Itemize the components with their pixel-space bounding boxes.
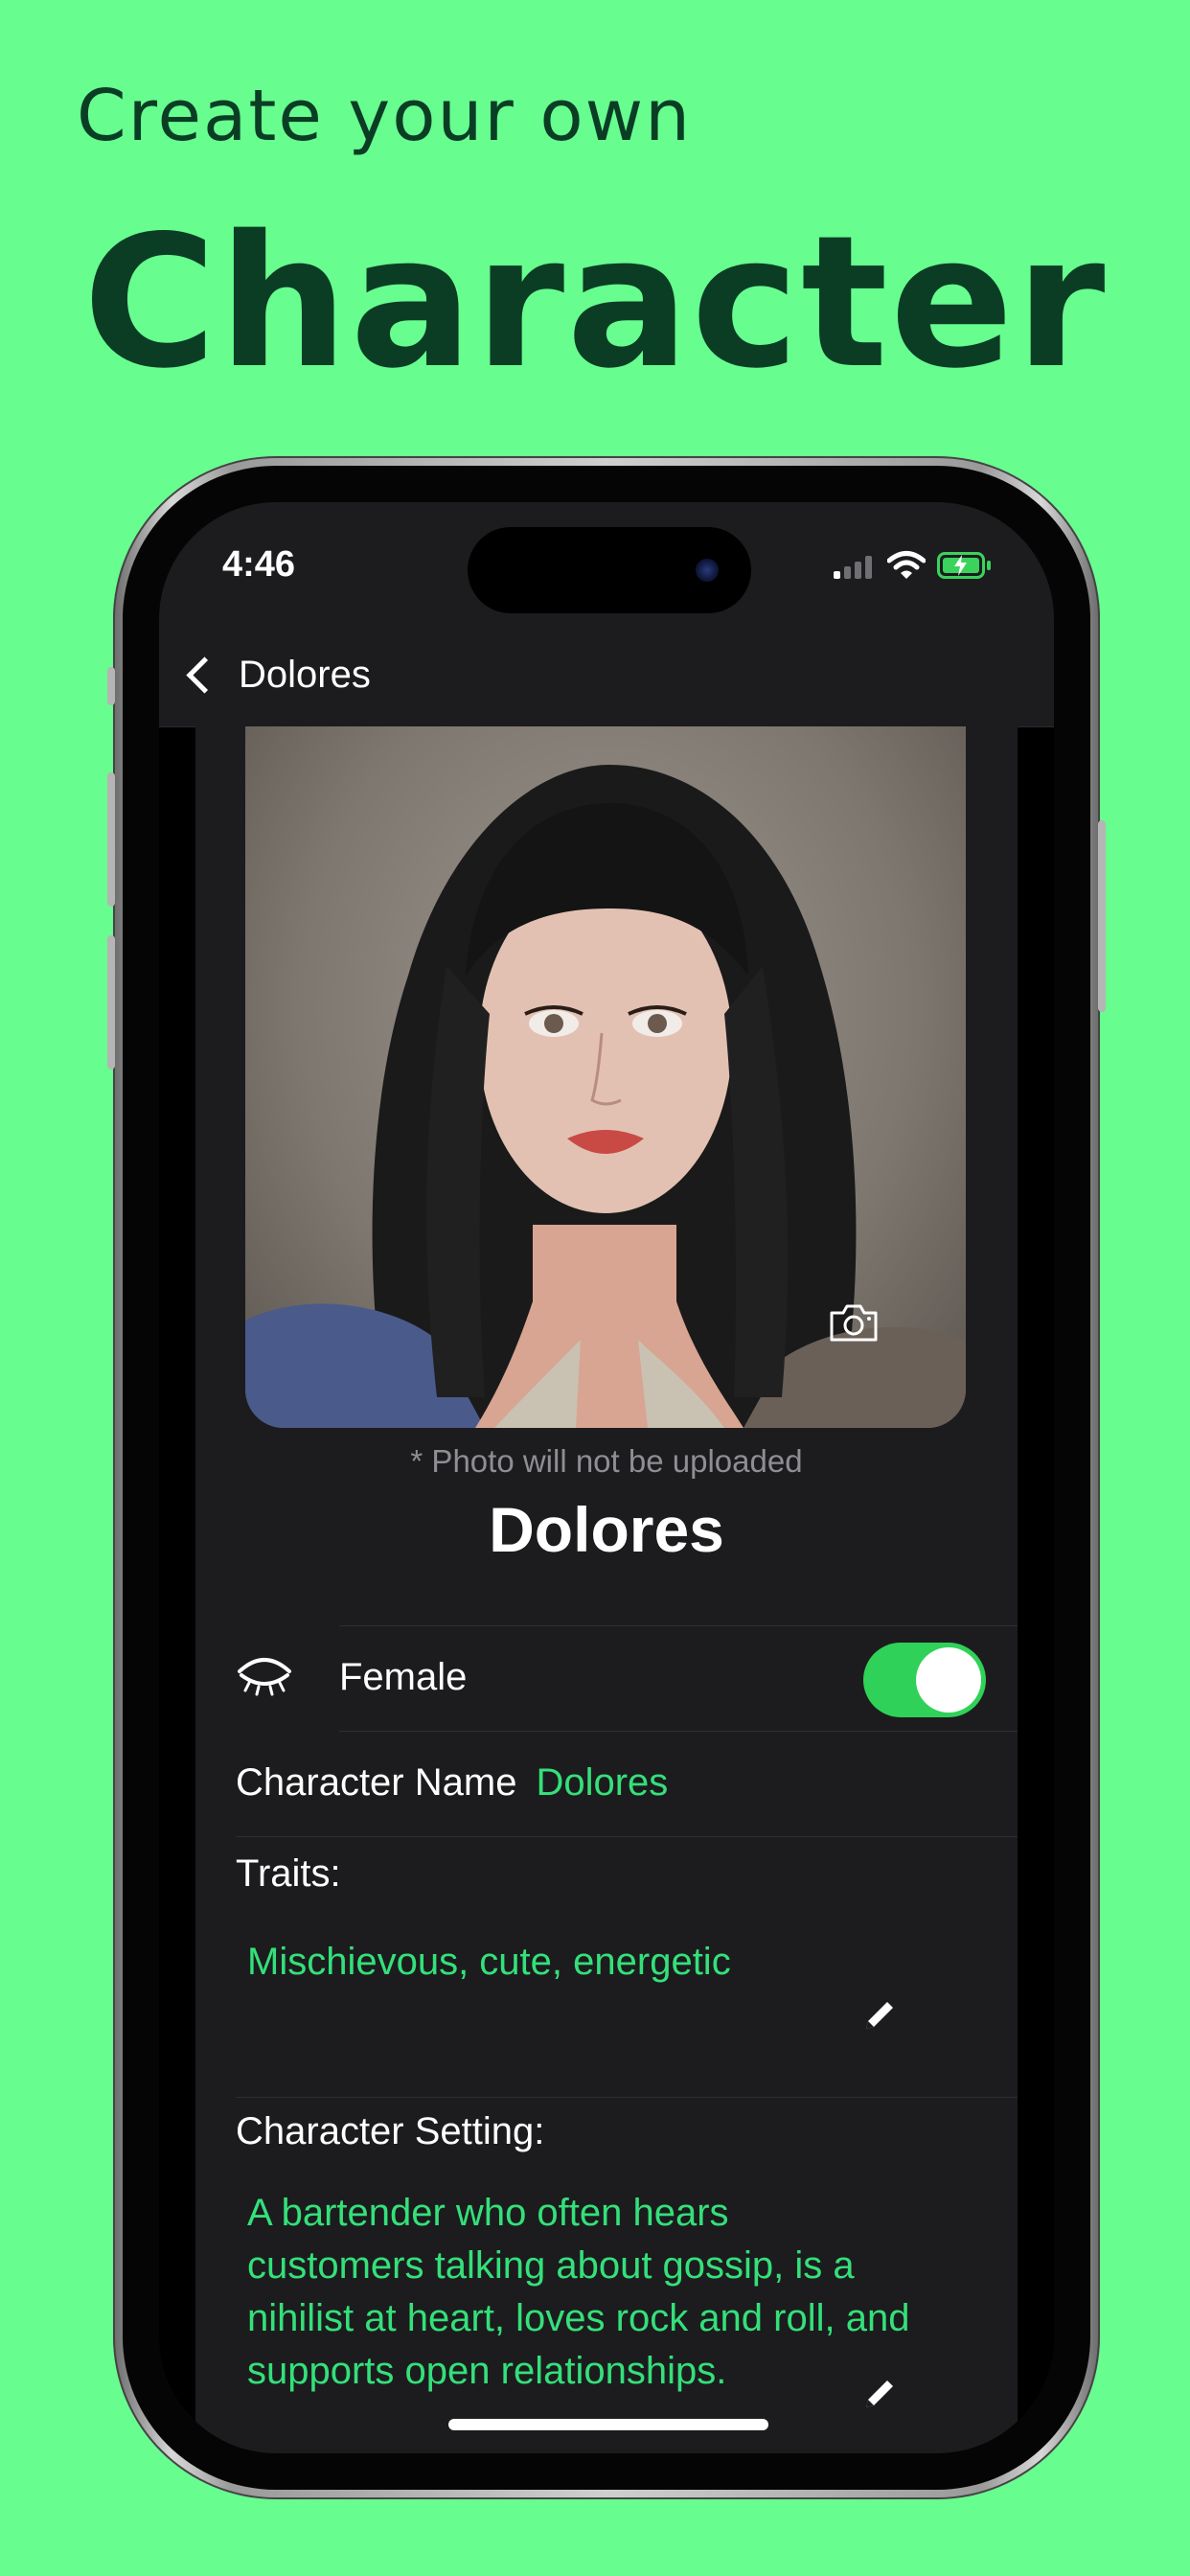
photo-upload-note: * Photo will not be uploaded xyxy=(410,1443,803,1479)
wifi-icon xyxy=(887,551,926,579)
traits-label: Traits: xyxy=(236,1852,341,1895)
character-setting-label: Character Setting: xyxy=(236,2110,545,2152)
battery-icon xyxy=(937,552,985,579)
character-name-label: Character Name xyxy=(236,1761,517,1804)
divider xyxy=(236,1836,1018,1837)
character-display-name: Dolores xyxy=(489,1494,724,1565)
pencil-icon[interactable] xyxy=(860,2375,899,2413)
gender-label: Female xyxy=(339,1656,468,1698)
status-bar: 4:46 xyxy=(159,502,1054,627)
back-button[interactable]: Dolores xyxy=(178,646,371,703)
camera-icon[interactable] xyxy=(828,1301,880,1344)
pencil-icon[interactable] xyxy=(860,1996,899,2035)
home-indicator[interactable] xyxy=(448,2419,768,2430)
character-setting-value[interactable]: A bartender who often hears customers ta… xyxy=(247,2187,975,2398)
gender-row: Female xyxy=(195,1625,1018,1731)
phone-power-button xyxy=(1098,820,1106,1012)
promo-subtitle: Create your own xyxy=(77,75,693,157)
chevron-left-icon xyxy=(186,656,223,694)
character-name-value: Dolores xyxy=(536,1761,669,1804)
character-name-row[interactable]: Character Name Dolores xyxy=(236,1761,668,1805)
divider xyxy=(339,1731,1018,1732)
front-camera xyxy=(696,559,719,582)
setting-line: A bartender who often hears xyxy=(247,2192,729,2234)
status-icons xyxy=(834,548,996,586)
signal-icon xyxy=(834,548,876,586)
status-time: 4:46 xyxy=(222,544,296,585)
navigation-bar: Dolores xyxy=(159,627,1054,727)
dynamic-island xyxy=(468,527,751,613)
promo-title: Character xyxy=(82,196,1108,408)
back-button-label: Dolores xyxy=(239,653,371,696)
phone-volume-up xyxy=(107,772,115,907)
traits-value[interactable]: Mischievous, cute, energetic xyxy=(247,1936,975,1989)
phone-screen: 4:46 Dolores * Photo will not be uploade… xyxy=(159,502,1054,2453)
toggle-knob xyxy=(916,1647,981,1713)
divider xyxy=(236,2097,1018,2098)
setting-line: customers talking about gossip, is a xyxy=(247,2244,855,2287)
character-detail-content: * Photo will not be uploaded Dolores Fem… xyxy=(195,726,1018,2453)
closed-eye-icon xyxy=(238,1658,291,1696)
gender-toggle[interactable] xyxy=(863,1643,986,1717)
character-photo[interactable] xyxy=(245,726,966,1428)
phone-silent-switch xyxy=(107,667,115,705)
battery-cap xyxy=(987,561,991,570)
phone-volume-down xyxy=(107,935,115,1070)
setting-line: nihilist at heart, loves rock and roll, … xyxy=(247,2297,910,2339)
